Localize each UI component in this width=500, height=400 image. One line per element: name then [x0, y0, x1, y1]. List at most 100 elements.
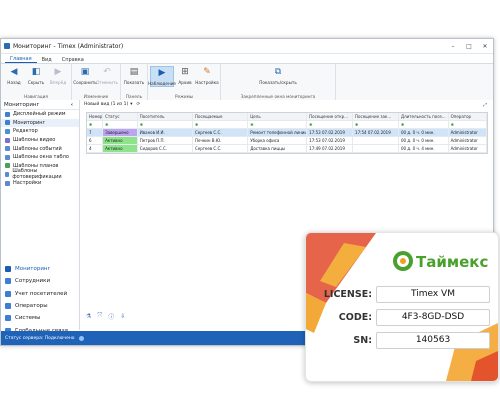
export-icon[interactable]: ⇩ — [120, 313, 125, 320]
sidebar-header: Мониторинг ‹ — [1, 100, 79, 110]
license-value: Timex VM — [376, 285, 490, 303]
chevron-down-icon: ▾ — [130, 102, 133, 107]
nav-item[interactable]: Сотрудники — [1, 275, 79, 287]
license-label: LICENSE: — [323, 288, 372, 300]
nav-item-icon — [5, 266, 11, 273]
close-button[interactable]: ✕ — [477, 43, 493, 50]
nav-item-label: Учет посетителей — [15, 290, 68, 297]
info-icon[interactable]: ⓘ — [108, 312, 114, 321]
sidebar-item-label: Дисплейный режим — [13, 111, 66, 118]
nav-item[interactable]: Системы — [1, 312, 79, 324]
panel-icon: ▤ — [129, 67, 139, 77]
sidebar-item[interactable]: Шаблоны фотоверификации — [1, 168, 79, 181]
nav-item[interactable]: Операторы — [1, 300, 79, 312]
filter-cell-icon[interactable]: ✱ — [248, 121, 308, 128]
nav-item[interactable]: Мониторинг — [1, 263, 79, 275]
license-row: LICENSE: Timex VM — [306, 285, 498, 303]
sidebar-item-label: Мониторинг — [13, 119, 46, 126]
sidebar-title: Мониторинг — [4, 101, 40, 108]
sidebar-item-icon — [5, 146, 10, 152]
sidebar-item[interactable]: Шаблоны окна табло — [1, 153, 79, 162]
sidebar-item-label: Шаблоны фотоверификации — [12, 168, 62, 181]
ribbon-tabs: Главная Вид Справка — [1, 54, 493, 63]
settings-mode-label: Настройка — [195, 80, 219, 85]
archive-mode-button[interactable]: ⊞ Архив — [174, 66, 196, 85]
table-cell-visitor: Сидоров С.С. — [138, 145, 193, 152]
sidebar-item[interactable]: Шаблоны событий — [1, 144, 79, 153]
sidebar-item-icon — [5, 128, 10, 134]
pinned-windows-icon: ⧉ — [274, 67, 282, 77]
table-cell-host: Печкин В.Ю. — [193, 137, 249, 144]
nav-item[interactable]: Учет посетителей — [1, 288, 79, 300]
table-cell-visitor: Иванов И.И. — [138, 129, 193, 136]
monitoring-mode-button[interactable]: ▶ Наблюдение — [148, 66, 176, 87]
filter-cell-icon[interactable]: ✱ — [399, 121, 449, 128]
table-row[interactable]: 7 Завершено Иванов И.И. Сергеев С.С. Ремонт … — [87, 129, 487, 137]
table-cell-opened: 17:53 07.02.2019 — [307, 137, 354, 144]
undo-icon: ↶ — [103, 67, 111, 77]
sidebar: Мониторинг ‹ Дисплейный режим Мониторинг Р… — [1, 100, 80, 345]
settings-mode-button[interactable]: ✎ Настройка — [195, 66, 219, 85]
ribbon-group-navigation: ◀ Назад ◧ Скрыть ▶ Вперёд Навигация — [1, 64, 72, 100]
filter-icon[interactable]: ⚗ — [86, 313, 91, 320]
refresh-icon[interactable]: ⟳ — [137, 102, 141, 107]
column-header[interactable]: Цель — [248, 113, 308, 120]
ribbon-group-pinned: ⧉ Показать/скрыть Закрепленные окна мони… — [221, 64, 336, 100]
column-header[interactable]: Посетитель — [138, 113, 193, 120]
sn-label: SN: — [353, 334, 372, 346]
collapse-sidebar-icon[interactable]: ‹ — [71, 102, 79, 108]
tab-view[interactable]: Вид — [37, 57, 57, 63]
filter-cell-icon[interactable]: ✱ — [449, 121, 487, 128]
sidebar-item-icon — [5, 171, 10, 177]
back-button[interactable]: ◀ Назад — [3, 66, 25, 85]
save-icon: ▣ — [80, 67, 90, 77]
sidebar-item[interactable]: Мониторинг — [1, 118, 79, 128]
column-header[interactable]: Посещение зак... — [353, 113, 399, 120]
table-row[interactable]: 6 Активно Петров П.П. Печкин В.Ю. Уборка офи… — [87, 137, 487, 145]
forward-arrow-icon: ▶ — [54, 67, 62, 77]
filter-cell-icon[interactable]: ✱ — [193, 121, 249, 128]
tab-help[interactable]: Справка — [57, 57, 89, 63]
grid-clear-icon[interactable]: ⤧ — [97, 312, 102, 320]
column-header[interactable]: Длительность посе... — [399, 113, 449, 120]
minimize-button[interactable]: – — [445, 43, 461, 50]
column-header[interactable]: Посещение откр... — [307, 113, 354, 120]
nav-item-label: Операторы — [15, 303, 48, 310]
table-cell-goal: Доставка пиццы — [248, 145, 308, 152]
show-panel-button-label: Показать — [123, 80, 145, 85]
forward-button[interactable]: ▶ Вперёд — [47, 66, 69, 85]
nav-item-label: Сотрудники — [15, 278, 51, 285]
visits-table: Номер Статус Посетитель Посещаемые Цель Посещ… — [86, 112, 488, 154]
save-button[interactable]: ▣ Сохранить — [73, 66, 97, 85]
status-indicator-icon — [78, 335, 84, 341]
column-header[interactable]: Статус — [103, 113, 138, 120]
sidebar-item[interactable]: Редактор — [1, 127, 79, 136]
expand-icon[interactable]: ⤢ — [483, 102, 487, 108]
view-selector[interactable]: Новый вид (1 из 1) ▾ ⟳ ⤢ — [80, 100, 493, 109]
tab-home[interactable]: Главная — [5, 56, 37, 63]
code-label: CODE: — [338, 311, 372, 323]
nav-item-label: Системы — [15, 315, 41, 322]
nav-item-icon — [5, 278, 11, 285]
column-header[interactable]: Номер — [87, 113, 104, 120]
sn-row: SN: 140563 — [306, 331, 498, 349]
sidebar-item[interactable]: Дисплейный режим — [1, 110, 79, 119]
sidebar-item[interactable]: Шаблоны видео — [1, 136, 79, 145]
filter-cell-icon[interactable]: ✱ — [353, 121, 399, 128]
show-hide-pinned-button[interactable]: ⧉ Показать/скрыть — [248, 66, 308, 85]
show-panel-button[interactable]: ▤ Показать — [123, 66, 145, 85]
filter-cell-icon[interactable]: ✱ — [138, 121, 193, 128]
sidebar-item-icon — [5, 137, 10, 143]
undo-button[interactable]: ↶ Отменить — [96, 66, 118, 85]
code-row: CODE: 4F3-8GD-DSD — [306, 308, 498, 326]
filter-cell-icon[interactable]: ✱ — [87, 121, 104, 128]
table-cell-duration: 00 д. 0 ч. 0 мин. — [399, 129, 449, 136]
code-value: 4F3-8GD-DSD — [376, 308, 490, 326]
filter-cell-icon[interactable]: ✱ — [103, 121, 138, 128]
maximize-button[interactable]: □ — [461, 43, 477, 50]
column-header[interactable]: Оператор — [449, 113, 487, 120]
hide-button[interactable]: ◧ Скрыть — [25, 66, 47, 85]
table-row[interactable]: 4 Активно Сидоров С.С. Сергеев С.С. Доставка… — [87, 145, 487, 153]
filter-cell-icon[interactable]: ✱ — [307, 121, 354, 128]
column-header[interactable]: Посещаемые — [193, 113, 249, 120]
